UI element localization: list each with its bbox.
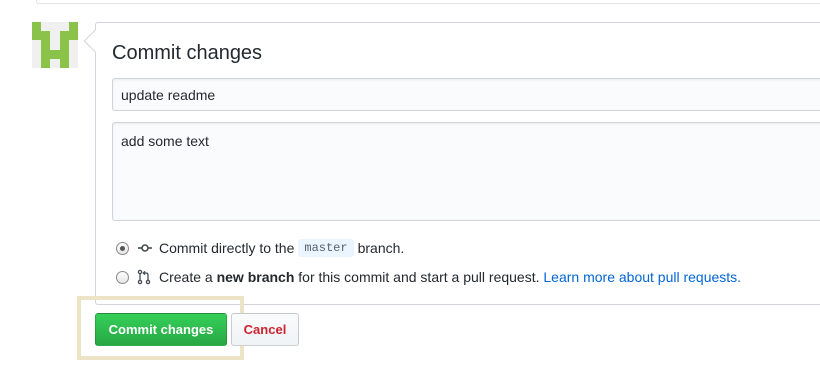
commit-direct-option[interactable]: Commit directly to the master branch. [116, 239, 404, 257]
new-branch-bold: new branch [216, 269, 295, 285]
new-branch-suffix: for this commit and start a pull request… [298, 269, 540, 285]
commit-title: Commit changes [112, 42, 263, 64]
commit-direct-radio[interactable] [116, 241, 129, 255]
previous-panel-border [36, 0, 820, 4]
new-branch-radio[interactable] [116, 270, 129, 284]
commit-changes-button[interactable]: Commit changes [95, 313, 227, 346]
commit-description-textarea[interactable]: add some text [112, 122, 820, 221]
commit-direct-suffix: branch. [357, 240, 405, 256]
git-commit-icon [138, 244, 152, 252]
new-branch-option[interactable]: Create a new branch for this commit and … [116, 268, 741, 286]
new-branch-prefix: Create a [159, 269, 213, 285]
commit-summary-input[interactable] [112, 78, 820, 111]
commit-direct-prefix: Commit directly to the [159, 240, 295, 256]
branch-name-chip: master [298, 239, 354, 257]
commit-form-page: Commit changes add some text Commit dire… [0, 0, 820, 370]
avatar [32, 22, 78, 68]
git-pull-request-icon [137, 269, 151, 285]
cancel-button[interactable]: Cancel [231, 313, 299, 346]
learn-more-pull-requests-link[interactable]: Learn more about pull requests. [543, 269, 741, 285]
